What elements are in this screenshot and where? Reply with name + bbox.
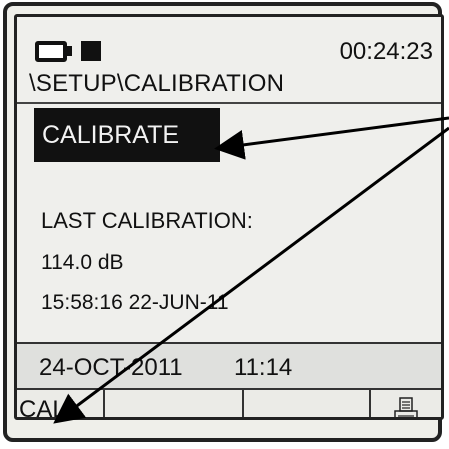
softkey-print[interactable] (371, 390, 441, 417)
last-calibration-level: 114.0 dB (41, 251, 124, 274)
battery-tip (67, 46, 72, 56)
status-square-icon (81, 41, 101, 61)
softkey-cal-label: CAL (19, 396, 66, 420)
softkey-2[interactable] (105, 390, 244, 417)
softkey-3[interactable] (244, 390, 371, 417)
softkey-bar: CAL (17, 390, 441, 420)
current-time: 11:14 (234, 354, 293, 381)
battery-icon (35, 41, 67, 62)
calibrate-button[interactable]: CALIBRATE (34, 108, 220, 162)
current-date: 24-OCT-2011 (39, 354, 183, 381)
clock: 00:24:23 (339, 38, 433, 65)
calibrate-button-label: CALIBRATE (42, 120, 180, 149)
last-calibration-title: LAST CALIBRATION: (41, 208, 253, 233)
header-divider (17, 102, 441, 104)
breadcrumb: \SETUP\CALIBRATION (29, 70, 285, 97)
lcd-screen: 00:24:23 \SETUP\CALIBRATION CALIBRATE LA… (14, 14, 444, 420)
softkey-cal[interactable]: CAL (17, 390, 105, 420)
last-calibration-timestamp: 15:58:16 22-JUN-11 (41, 291, 229, 314)
printer-icon (394, 397, 418, 417)
date-time-bar: 24-OCT-2011 11:14 (17, 342, 441, 390)
